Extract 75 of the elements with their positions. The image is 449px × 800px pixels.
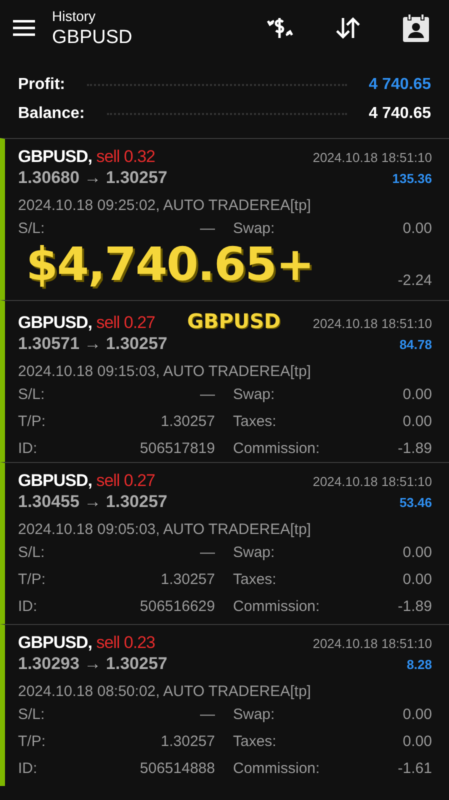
summary-value: 4 740.65 — [368, 104, 431, 122]
symbol-title: GBPUSD — [52, 26, 134, 48]
detail-value: 0.00 — [402, 570, 432, 588]
deal-profit: 8.28 — [406, 657, 432, 672]
detail-label: ID: — [18, 760, 38, 776]
detail-label: Swap: — [232, 386, 276, 402]
detail-value: 1.30257 — [160, 732, 215, 750]
deal-profit: 53.46 — [399, 495, 432, 510]
detail-label: S/L: — [18, 544, 46, 560]
summary-label: Profit: — [18, 76, 66, 94]
deal-title: GBPUSD, sell 0.32 — [18, 147, 156, 167]
detail-label: Taxes: — [232, 570, 278, 588]
detail-value: 1.30257 — [160, 570, 215, 588]
menu-icon[interactable] — [13, 20, 35, 36]
open-info: 2024.10.18 09:25:02, AUTO TRADEREA[tp] — [18, 197, 312, 214]
detail-label: ID: — [18, 598, 38, 614]
price-range: 1.30571 → 1.30257 — [18, 334, 168, 354]
deal-card[interactable]: GBPUSD, sell 0.23 2024.10.18 18:51:10 1.30293 → 1.30257 8.28 2024.10.18 08:50:02, AUTO TRADEREA[tp] S/L: — Swap: 0.00 T/P: 1.30257 Taxes: 0.00 ID: 506514888 Commission: -1.61 — [0, 624, 449, 786]
detail-label: Taxes: — [232, 732, 278, 750]
deal-title: GBPUSD, sell 0.27 — [18, 471, 156, 491]
open-info: 2024.10.18 09:15:03, AUTO TRADEREA[tp] — [18, 363, 312, 380]
detail-value: 0.00 — [402, 412, 432, 430]
overlay-caption: GBPUSD — [186, 309, 282, 333]
deal-title: GBPUSD, sell 0.23 — [18, 633, 156, 653]
summary-label: Balance: — [18, 104, 85, 122]
detail-value: — — [199, 544, 215, 560]
detail-label: T/P: — [18, 412, 47, 430]
detail-label: Taxes: — [232, 412, 278, 430]
detail-value: — — [199, 706, 215, 722]
detail-label: S/L: — [18, 386, 46, 402]
detail-value: 506514888 — [138, 760, 215, 776]
detail-value: -1.61 — [396, 760, 432, 776]
deal-profit: 135.36 — [392, 171, 432, 186]
open-info: 2024.10.18 08:50:02, AUTO TRADEREA[tp] — [18, 683, 312, 700]
detail-label: S/L: — [18, 706, 46, 722]
detail-label: T/P: — [18, 570, 47, 588]
detail-value: 0.00 — [402, 732, 432, 750]
detail-label: Swap: — [232, 544, 276, 560]
screen-title: History — [52, 8, 97, 24]
open-info: 2024.10.18 09:05:03, AUTO TRADEREA[tp] — [18, 521, 312, 538]
deal-title: GBPUSD, sell 0.27 — [18, 313, 156, 333]
detail-label: Commission: — [232, 760, 319, 776]
detail-label: S/L: — [18, 220, 46, 236]
summary-value: 4 740.65 — [368, 76, 431, 94]
deal-card[interactable]: GBPUSD, sell 0.27 GBPUSD 2024.10.18 18:51:10 1.30571 → 1.30257 84.78 2024.10.18 09:15:03, AUTO TRADEREA[tp] S/L: — Swap: 0.00 T/P: 1.30257 Taxes: 0.00 ID: 506517819 Commission: -1.89 — [0, 300, 449, 462]
detail-value: 0.00 — [402, 386, 432, 402]
detail-value: -1.89 — [396, 598, 432, 614]
overlay-headline: $4,740.65+ — [26, 237, 314, 291]
price-range: 1.30293 → 1.30257 — [18, 654, 168, 674]
deal-card[interactable]: GBPUSD, sell 0.32 2024.10.18 18:51:10 1.30680 → 1.30257 135.36 2024.10.18 09:25:02, AUTO TRADEREA[tp] S/L: — Swap: 0.00 $4,740.65+ -2.24 — [0, 138, 449, 300]
detail-label: Commission: — [232, 440, 319, 456]
detail-label: Swap: — [232, 706, 276, 722]
deal-profit: 84.78 — [399, 337, 432, 352]
detail-value: — — [199, 220, 215, 236]
detail-value: 506516629 — [138, 598, 215, 614]
detail-label: Commission: — [232, 598, 319, 614]
calendar-person-icon[interactable] — [401, 13, 431, 43]
detail-value: 1.30257 — [160, 412, 215, 430]
detail-label: Swap: — [232, 220, 276, 236]
deal-card[interactable]: GBPUSD, sell 0.27 2024.10.18 18:51:10 1.30455 → 1.30257 53.46 2024.10.18 09:05:03, AUTO TRADEREA[tp] S/L: — Swap: 0.00 T/P: 1.30257 Taxes: 0.00 ID: 506516629 Commission: -1.89 — [0, 462, 449, 624]
detail-label: ID: — [18, 440, 38, 456]
detail-value: 0.00 — [402, 220, 432, 236]
close-time: 2024.10.18 18:51:10 — [312, 474, 432, 489]
detail-value: -2.24 — [398, 272, 432, 289]
price-range: 1.30680 → 1.30257 — [18, 168, 168, 188]
detail-value: 0.00 — [402, 544, 432, 560]
detail-value: -1.89 — [396, 440, 432, 456]
close-time: 2024.10.18 18:51:10 — [312, 316, 432, 331]
detail-value: 0.00 — [402, 706, 432, 722]
close-time: 2024.10.18 18:51:10 — [312, 636, 432, 651]
detail-label: T/P: — [18, 732, 47, 750]
price-range: 1.30455 → 1.30257 — [18, 492, 168, 512]
detail-value: 506517819 — [138, 440, 215, 456]
close-time: 2024.10.18 18:51:10 — [312, 150, 432, 165]
detail-value: — — [199, 386, 215, 402]
